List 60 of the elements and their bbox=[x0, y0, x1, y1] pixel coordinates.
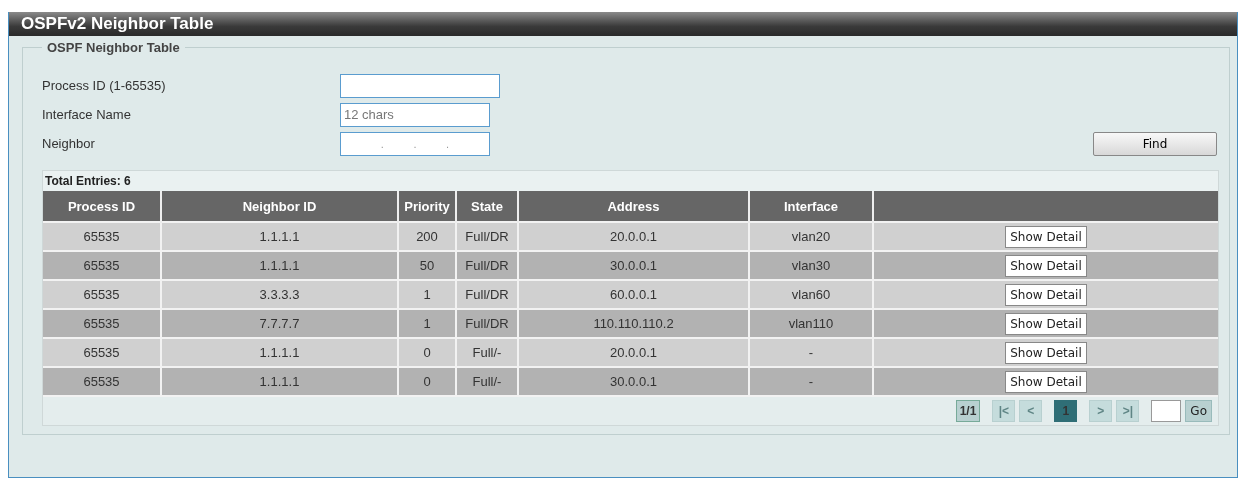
find-button[interactable]: Find bbox=[1093, 131, 1217, 156]
table-cell: Full/DR bbox=[456, 280, 518, 309]
page-count: 1/1 bbox=[955, 400, 981, 422]
table-cell: vlan60 bbox=[749, 280, 873, 309]
table-cell: 7.7.7.7 bbox=[161, 309, 398, 338]
table-cell: 0 bbox=[398, 338, 456, 367]
total-entries: Total Entries: 6 bbox=[43, 171, 1218, 191]
table-cell: 1.1.1.1 bbox=[161, 367, 398, 395]
table-cell: 1 bbox=[398, 280, 456, 309]
column-header: State bbox=[456, 191, 518, 222]
table-cell: 200 bbox=[398, 222, 456, 251]
table-cell: 1.1.1.1 bbox=[161, 251, 398, 280]
table-cell: vlan110 bbox=[749, 309, 873, 338]
table-cell: 65535 bbox=[43, 338, 161, 367]
field-label: Neighbor bbox=[42, 136, 96, 151]
show-detail-button[interactable]: Show Detail bbox=[1005, 370, 1087, 393]
column-header: Neighbor ID bbox=[161, 191, 398, 222]
show-detail-button[interactable]: Show Detail bbox=[1005, 254, 1087, 277]
table-cell: 65535 bbox=[43, 251, 161, 280]
table-cell: 50 bbox=[398, 251, 456, 280]
column-header: Interface bbox=[749, 191, 873, 222]
table-cell: 0 bbox=[398, 367, 456, 395]
table-cell: - bbox=[749, 367, 873, 395]
table-cell: Full/DR bbox=[456, 309, 518, 338]
table-cell: 30.0.0.1 bbox=[518, 367, 749, 395]
table-cell: vlan20 bbox=[749, 222, 873, 251]
table-cell: 65535 bbox=[43, 280, 161, 309]
table-cell: 65535 bbox=[43, 367, 161, 395]
table-cell: 1.1.1.1 bbox=[161, 338, 398, 367]
column-header: Address bbox=[518, 191, 749, 222]
table-cell: Full/DR bbox=[456, 222, 518, 251]
show-detail-button[interactable]: Show Detail bbox=[1005, 341, 1087, 364]
table-cell: 20.0.0.1 bbox=[518, 338, 749, 367]
table-cell: Full/- bbox=[456, 338, 518, 367]
table-cell: 20.0.0.1 bbox=[518, 222, 749, 251]
window-title: OSPFv2 Neighbor Table bbox=[9, 12, 1237, 36]
table-cell: Full/DR bbox=[456, 251, 518, 280]
column-header: Process ID bbox=[43, 191, 161, 222]
table-cell: vlan30 bbox=[749, 251, 873, 280]
column-header: Priority bbox=[398, 191, 456, 222]
input-field[interactable]: 12 chars bbox=[340, 102, 490, 127]
table-cell: 1.1.1.1 bbox=[161, 222, 398, 251]
table-cell: 3.3.3.3 bbox=[161, 280, 398, 309]
table-cell: - bbox=[749, 338, 873, 367]
table-cell: 65535 bbox=[43, 309, 161, 338]
field-label: Process ID (1-65535) bbox=[42, 78, 167, 93]
table-cell: Full/- bbox=[456, 367, 518, 395]
table-cell: 110.110.110.2 bbox=[518, 309, 749, 338]
go-button[interactable]: Go bbox=[1185, 400, 1212, 422]
field-label: Interface Name bbox=[42, 107, 132, 122]
show-detail-button[interactable]: Show Detail bbox=[1005, 225, 1087, 248]
table-cell: 65535 bbox=[43, 222, 161, 251]
table-cell: 30.0.0.1 bbox=[518, 251, 749, 280]
table-cell: 60.0.0.1 bbox=[518, 280, 749, 309]
section-title: OSPF Neighbor Table bbox=[46, 40, 181, 55]
table-cell: 1 bbox=[398, 309, 456, 338]
show-detail-button[interactable]: Show Detail bbox=[1005, 283, 1087, 306]
page-input[interactable] bbox=[1151, 400, 1182, 422]
input-field[interactable] bbox=[340, 73, 500, 98]
show-detail-button[interactable]: Show Detail bbox=[1005, 312, 1087, 335]
